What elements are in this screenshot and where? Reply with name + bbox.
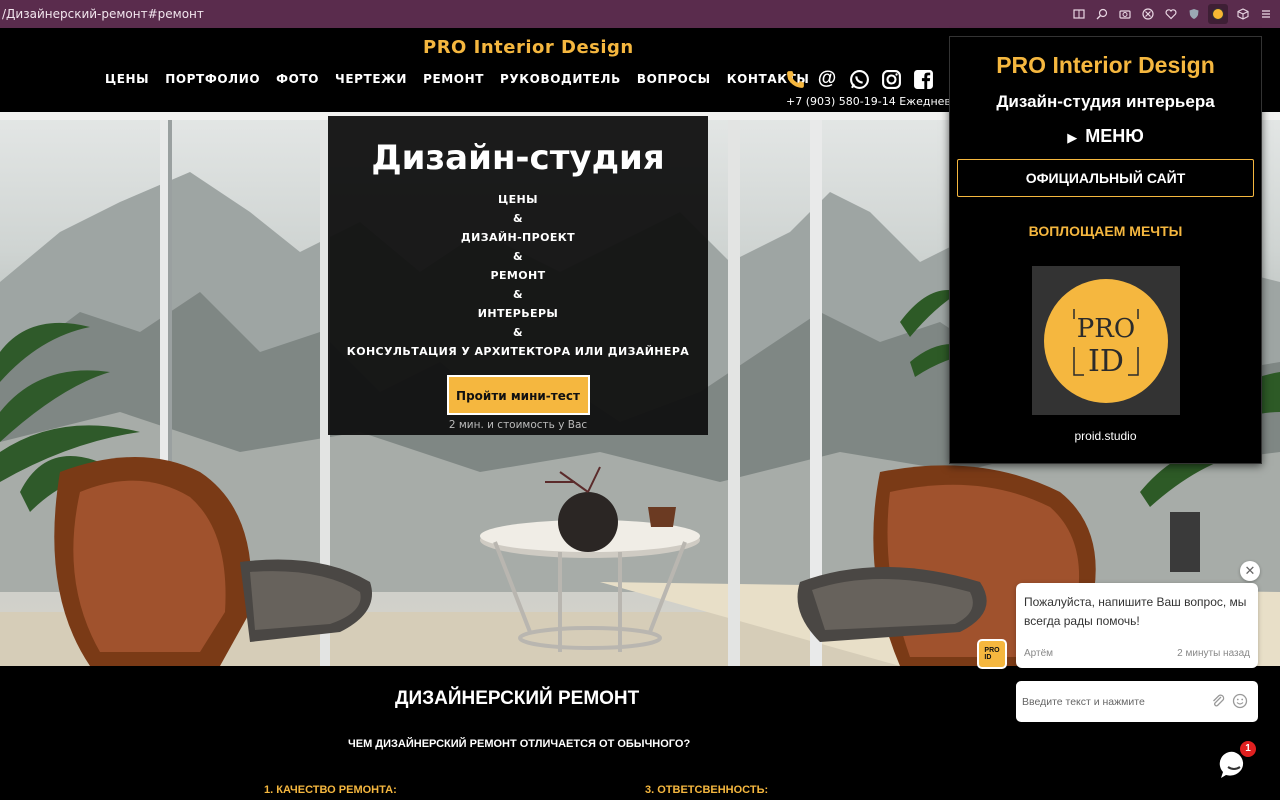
chat-input-box — [1016, 681, 1258, 722]
hero-title: Дизайн-студия — [371, 138, 665, 178]
hero-services-list: ЦЕНЫ & ДИЗАЙН-ПРОЕКТ & РЕМОНТ & ИНТЕРЬЕР… — [328, 190, 708, 361]
block-icon[interactable] — [1139, 5, 1156, 23]
nav-item-prices[interactable]: ЦЕНЫ — [105, 72, 149, 86]
chat-time: 2 минуты назад — [1177, 648, 1250, 659]
social-icons: @ — [784, 68, 934, 90]
emoji-icon[interactable] — [1232, 693, 1248, 709]
shield-icon[interactable] — [1185, 5, 1202, 23]
hero-list-item: & — [513, 326, 523, 339]
menu-icon[interactable] — [1257, 5, 1274, 23]
extension-popup: PRO Interior Design Дизайн-студия интерь… — [949, 36, 1262, 464]
camera-icon[interactable] — [1116, 5, 1133, 23]
section-item-responsibility: 3. ОТВЕТСВЕННОСТЬ: — [645, 784, 769, 796]
official-site-button[interactable]: ОФИЦИАЛЬНЫЙ САЙТ — [957, 159, 1254, 197]
hero-list-item: & — [513, 288, 523, 301]
facebook-icon[interactable] — [912, 68, 934, 90]
chat-avatar: PRO ID — [977, 639, 1007, 669]
mini-test-button[interactable]: Пройти мини-тест — [446, 375, 590, 415]
chat-message-bubble: Пожалуйста, напишите Ваш вопрос, мы всег… — [1016, 583, 1258, 668]
address-bar[interactable]: /Дизайнерский-ремонт#ремонт — [0, 7, 204, 21]
chat-text-input[interactable] — [1022, 691, 1202, 713]
popup-menu-toggle[interactable]: ▶ МЕНЮ — [950, 126, 1261, 147]
chat-close-button[interactable]: ✕ — [1240, 561, 1260, 581]
email-icon[interactable]: @ — [816, 68, 838, 90]
nav-item-portfolio[interactable]: ПОРТФОЛИО — [165, 72, 260, 86]
phone-schedule[interactable]: +7 (903) 580-19-14 Ежедневно с — [786, 95, 974, 108]
browser-toolbar: /Дизайнерский-ремонт#ремонт — [0, 0, 1280, 28]
browser-icons — [1070, 4, 1274, 24]
proid-logo[interactable]: PRO ID — [1031, 266, 1180, 415]
hero-list-item: ЦЕНЫ — [498, 193, 538, 206]
main-nav: ЦЕНЫ ПОРТФОЛИО ФОТО ЧЕРТЕЖИ РЕМОНТ РУКОВ… — [105, 72, 809, 86]
chat-unread-badge: 1 — [1240, 741, 1256, 757]
nav-item-renovation[interactable]: РЕМОНТ — [423, 72, 484, 86]
hero-list-item: РЕМОНТ — [490, 269, 546, 282]
whatsapp-icon[interactable] — [848, 68, 870, 90]
instagram-icon[interactable] — [880, 68, 902, 90]
hero-list-item: КОНСУЛЬТАЦИЯ У АРХИТЕКТОРА ИЛИ ДИЗАЙНЕРА — [346, 345, 690, 358]
phone-icon[interactable] — [784, 68, 806, 90]
chat-author: Артём — [1024, 648, 1054, 659]
popup-title: PRO Interior Design — [996, 52, 1215, 78]
hero-list-item: & — [513, 212, 523, 225]
heart-icon[interactable] — [1162, 5, 1179, 23]
triangle-right-icon: ▶ — [1067, 130, 1078, 145]
nav-item-director[interactable]: РУКОВОДИТЕЛЬ — [500, 72, 621, 86]
section-title: ДИЗАЙНЕРСКИЙ РЕМОНТ — [395, 688, 640, 709]
mini-test-note: 2 мин. и стоимость у Вас — [448, 419, 588, 431]
section-item-quality: 1. КАЧЕСТВО РЕМОНТА: — [264, 784, 397, 796]
cube-icon[interactable] — [1234, 5, 1251, 23]
extension-icon[interactable] — [1208, 4, 1228, 24]
hero-list-item: ИНТЕРЬЕРЫ — [477, 307, 559, 320]
nav-item-photo[interactable]: ФОТО — [276, 72, 319, 86]
svg-text:ID: ID — [1088, 344, 1124, 379]
hero-list-item: & — [513, 250, 523, 263]
search-icon[interactable] — [1093, 5, 1110, 23]
reader-icon[interactable] — [1070, 5, 1087, 23]
popup-domain[interactable]: proid.studio — [950, 429, 1261, 443]
nav-item-drawings[interactable]: ЧЕРТЕЖИ — [335, 72, 407, 86]
hero-card: Дизайн-студия ЦЕНЫ & ДИЗАЙН-ПРОЕКТ & РЕМ… — [328, 116, 708, 435]
nav-item-questions[interactable]: ВОПРОСЫ — [637, 72, 711, 86]
site-brand[interactable]: PRO Interior Design — [423, 37, 634, 58]
popup-subtitle: Дизайн-студия интерьера — [996, 92, 1215, 111]
attach-icon[interactable] — [1210, 693, 1226, 709]
section-subtitle: ЧЕМ ДИЗАЙНЕРСКИЙ РЕМОНТ ОТЛИЧАЕТСЯ ОТ ОБ… — [348, 738, 691, 750]
hero-list-item: ДИЗАЙН-ПРОЕКТ — [460, 231, 576, 244]
chat-message: Пожалуйста, напишите Ваш вопрос, мы всег… — [1024, 595, 1247, 628]
svg-text:PRO: PRO — [1076, 314, 1134, 344]
popup-menu-label: МЕНЮ — [1085, 126, 1144, 146]
popup-tagline: ВОПЛОЩАЕМ МЕЧТЫ — [1028, 223, 1183, 239]
